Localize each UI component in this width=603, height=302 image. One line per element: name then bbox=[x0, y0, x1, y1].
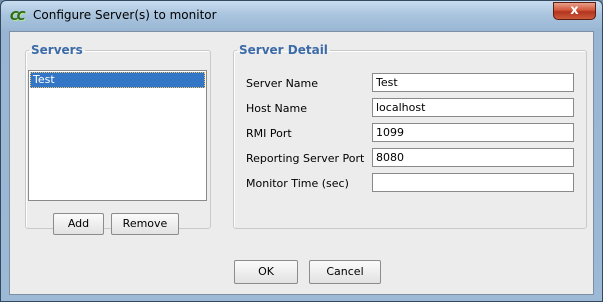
close-icon: x bbox=[570, 3, 579, 18]
rmi-port-label: RMI Port bbox=[246, 127, 292, 140]
dialog-window: CC Configure Server(s) to monitor x Serv… bbox=[0, 0, 603, 302]
rmi-port-field[interactable] bbox=[372, 123, 574, 142]
app-icon: CC bbox=[10, 9, 26, 23]
servers-panel: Servers Test Add Remove bbox=[25, 43, 211, 235]
monitor-time-field[interactable] bbox=[372, 173, 574, 192]
host-name-field[interactable] bbox=[372, 98, 574, 117]
server-list-item[interactable]: Test bbox=[30, 72, 205, 88]
title-bar[interactable]: CC Configure Server(s) to monitor x bbox=[1, 1, 602, 31]
remove-server-button[interactable]: Remove bbox=[111, 213, 179, 235]
reporting-server-port-field[interactable] bbox=[372, 148, 574, 167]
server-detail-legend: Server Detail bbox=[239, 43, 328, 57]
server-detail-panel: Server Detail Server Name Host Name RMI … bbox=[233, 43, 587, 229]
add-server-button[interactable]: Add bbox=[53, 213, 104, 235]
server-name-label: Server Name bbox=[246, 77, 319, 90]
servers-list[interactable]: Test bbox=[28, 70, 207, 201]
server-name-field[interactable] bbox=[372, 73, 574, 92]
reporting-server-port-label: Reporting Server Port bbox=[246, 152, 365, 165]
close-button[interactable]: x bbox=[553, 2, 596, 20]
window-title: Configure Server(s) to monitor bbox=[33, 8, 217, 22]
dialog-body: Servers Test Add Remove Server Detail Se… bbox=[9, 31, 594, 295]
ok-button[interactable]: OK bbox=[234, 260, 298, 284]
host-name-label: Host Name bbox=[246, 102, 307, 115]
monitor-time-label: Monitor Time (sec) bbox=[246, 177, 349, 190]
servers-legend: Servers bbox=[31, 43, 83, 57]
cancel-button[interactable]: Cancel bbox=[309, 260, 381, 284]
